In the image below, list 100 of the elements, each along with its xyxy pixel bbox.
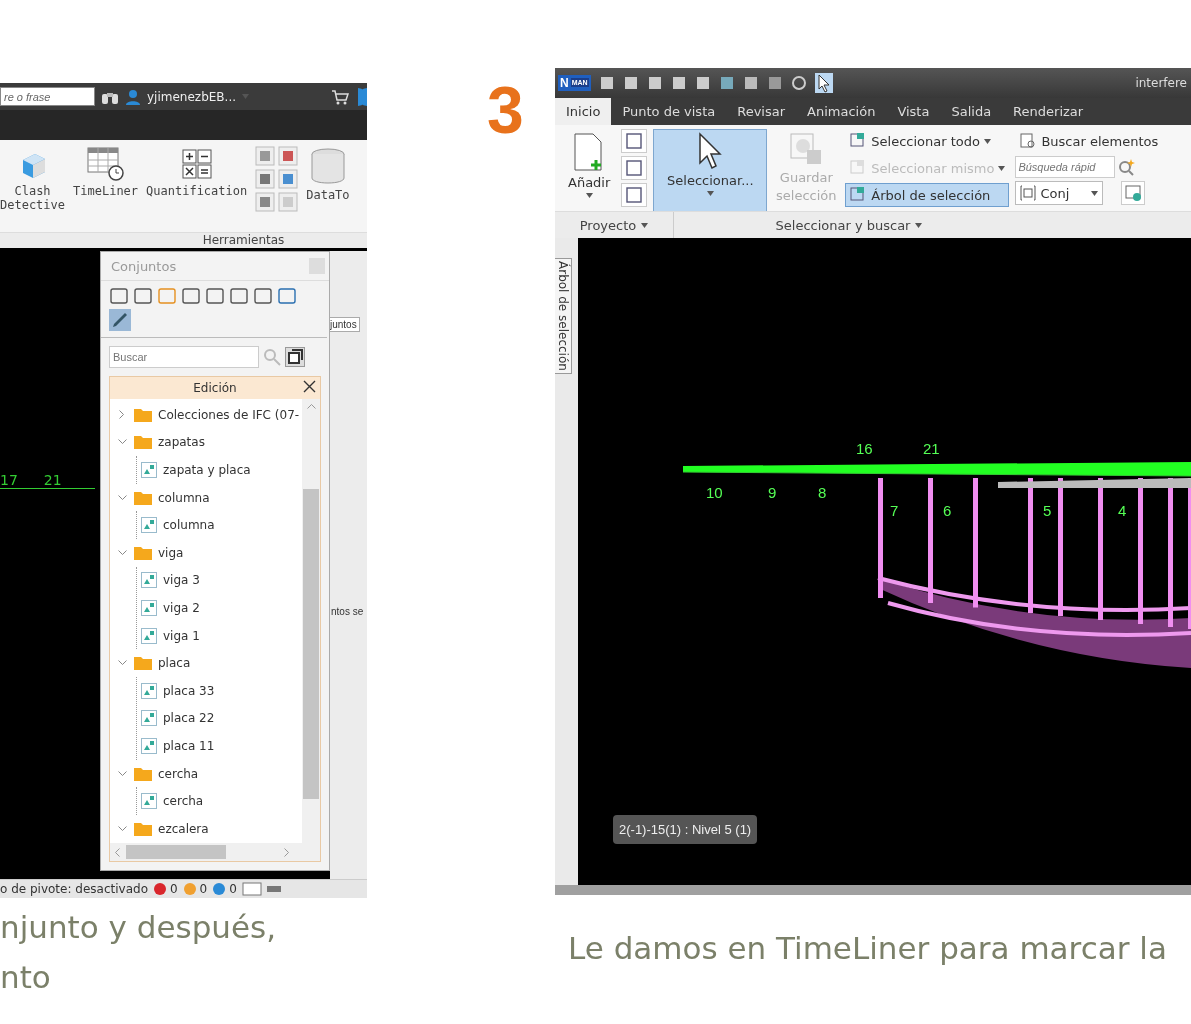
tool-button[interactable]: DataTo xyxy=(306,146,350,202)
tree-item[interactable]: zapata y placa xyxy=(163,463,251,477)
folder-icon xyxy=(134,545,152,560)
chevron-right-icon[interactable] xyxy=(119,410,125,420)
toolbar-icon[interactable] xyxy=(598,74,615,91)
command-button[interactable]: Seleccionar todo xyxy=(845,129,1010,154)
ribbon-tab[interactable]: Revisar xyxy=(726,97,797,126)
chevron-right-icon[interactable] xyxy=(284,847,290,857)
ribbon-tab[interactable]: Inicio xyxy=(555,97,612,126)
window-icon[interactable] xyxy=(241,882,262,896)
toolbar-icon[interactable] xyxy=(229,287,249,305)
tree-item[interactable]: viga 2 xyxy=(163,600,200,615)
select-button[interactable]: Seleccionar... xyxy=(653,129,768,214)
user-name[interactable]: yjimenezbEB... xyxy=(147,89,236,104)
tool-button[interactable]: Clash Detective xyxy=(0,146,66,212)
command-button[interactable]: Árbol de selección xyxy=(845,183,1010,208)
tree-item[interactable]: viga xyxy=(158,545,184,560)
tree-item[interactable]: viga 1 xyxy=(163,628,200,643)
toolbar-icon[interactable] xyxy=(253,287,273,305)
panel-label[interactable]: Proyecto xyxy=(579,217,637,233)
chevron-down-icon[interactable] xyxy=(117,549,127,556)
scrollbar-thumb[interactable] xyxy=(303,489,319,799)
tree-item[interactable]: zapatas xyxy=(158,435,205,450)
search-field[interactable]: Buscar xyxy=(109,346,259,368)
grid-label: 16 xyxy=(856,440,873,458)
toolbar-icon[interactable] xyxy=(181,287,201,305)
toolbar-icon[interactable] xyxy=(622,74,639,91)
tooltip: 2(-1)-15(1) : Nivel 5 (1) xyxy=(613,815,758,845)
toolbar-icon[interactable] xyxy=(277,287,297,305)
grid-label: 21 xyxy=(43,472,62,488)
toolbar-icon[interactable] xyxy=(694,74,711,91)
panel-text: ntos se xyxy=(331,606,364,617)
set-icon xyxy=(141,462,157,478)
toolbar-icon[interactable] xyxy=(255,169,276,189)
find-items-button[interactable]: Buscar elementos xyxy=(1015,129,1163,154)
minimize-icon[interactable] xyxy=(266,886,281,892)
tool-button[interactable]: TimeLiner xyxy=(73,146,139,198)
chevron-down-icon[interactable] xyxy=(117,660,127,667)
quick-search-field[interactable]: Búsqueda rápid xyxy=(1015,156,1116,179)
add-button[interactable]: Añadir xyxy=(563,129,616,202)
toolbar-icon[interactable] xyxy=(766,74,783,91)
edit-header: Edición xyxy=(193,381,237,395)
set-icon xyxy=(141,737,157,754)
grid-label: 7 xyxy=(890,502,899,520)
database-icon[interactable] xyxy=(308,146,347,186)
toolbar-icon[interactable] xyxy=(646,74,663,91)
cart-icon[interactable] xyxy=(331,88,349,105)
tree-item[interactable]: cercha xyxy=(158,766,199,781)
sets-dropdown[interactable]: Conj xyxy=(1015,181,1104,206)
tree-item[interactable]: placa 33 xyxy=(163,683,215,698)
scrollbar-thumb[interactable] xyxy=(126,845,226,859)
folder-icon xyxy=(134,821,152,836)
caret-icon xyxy=(915,222,923,228)
grid-label: 4 xyxy=(1118,502,1127,520)
toolbar-icon[interactable] xyxy=(278,169,299,189)
tree-item[interactable]: placa 22 xyxy=(163,711,215,726)
status-text: o de pivote: desactivado xyxy=(0,882,148,896)
panel-label[interactable]: Seleccionar y buscar xyxy=(775,217,911,233)
toolbar-icon[interactable] xyxy=(742,74,759,91)
ribbon-tab[interactable]: Animación xyxy=(796,97,887,126)
chevron-down-icon[interactable] xyxy=(117,770,127,777)
ribbon-tab[interactable]: Vista xyxy=(886,97,941,126)
count-text: 0 xyxy=(199,882,208,896)
ribbon-tab[interactable]: Renderizar xyxy=(1002,97,1095,126)
chevron-down-icon[interactable] xyxy=(117,439,127,446)
tree-item[interactable]: placa xyxy=(158,656,191,671)
chevron-up-icon[interactable] xyxy=(306,403,316,409)
grid-label: 21 xyxy=(923,440,940,458)
chevron-down-icon[interactable] xyxy=(117,494,127,501)
set-icon xyxy=(141,572,157,589)
chevron-down-icon[interactable] xyxy=(117,825,127,832)
search-field[interactable]: re o frase xyxy=(0,87,95,106)
toolbar-icon[interactable] xyxy=(133,287,153,305)
timeline-table-icon[interactable] xyxy=(85,146,126,182)
toolbar-icon[interactable] xyxy=(255,192,276,212)
chevron-left-icon[interactable] xyxy=(114,847,120,857)
pencil-icon[interactable] xyxy=(109,309,131,331)
toolbar-icon[interactable] xyxy=(109,287,129,305)
windows-icon[interactable] xyxy=(285,347,305,367)
ribbon-tab[interactable]: Salida xyxy=(940,97,1003,126)
ribbon-tab[interactable]: Punto de vista xyxy=(611,97,727,126)
toolbar-icon[interactable] xyxy=(670,74,687,91)
side-panel-tab[interactable]: Árbol de selección xyxy=(555,258,572,374)
tool-button[interactable]: Quantification xyxy=(146,146,248,198)
grid-label: 9 xyxy=(768,484,777,502)
tree-item[interactable]: placa 11 xyxy=(163,738,215,753)
toolbar-icon[interactable] xyxy=(278,146,299,166)
tree-item[interactable]: columna xyxy=(163,518,215,533)
folder-icon xyxy=(134,407,152,422)
tree-item[interactable]: columna xyxy=(158,490,210,505)
tree-item[interactable]: ezcalera xyxy=(158,821,209,836)
grid-label: 8 xyxy=(818,484,827,502)
toolbar-icon[interactable] xyxy=(718,74,735,91)
table-button[interactable] xyxy=(1121,181,1146,206)
tree-item[interactable]: Colecciones de IFC (07- xyxy=(158,407,300,422)
pointer-icon xyxy=(696,132,725,171)
tree-item[interactable]: cercha xyxy=(163,794,204,809)
user-icon[interactable] xyxy=(125,88,141,105)
tree-item[interactable]: viga 3 xyxy=(163,573,200,588)
toolbar-icon[interactable] xyxy=(205,287,225,305)
